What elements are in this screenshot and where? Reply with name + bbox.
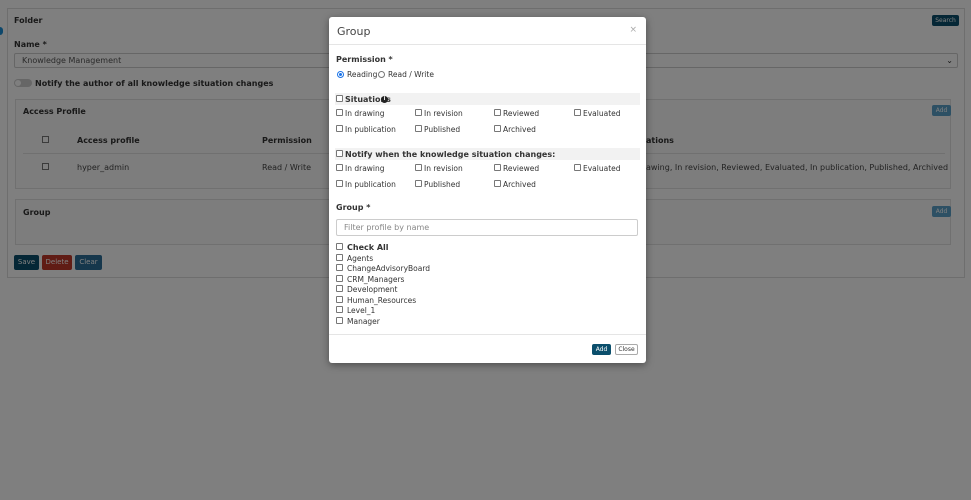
situation-in-publication-label: In publication — [345, 125, 396, 134]
situation-in-revision-checkbox[interactable] — [415, 109, 422, 116]
group-human-resources-checkbox[interactable] — [336, 296, 343, 303]
situation-archived-label: Archived — [503, 125, 536, 134]
group-changeadvisoryboard-label: ChangeAdvisoryBoard — [347, 264, 431, 273]
situation-published-checkbox[interactable] — [415, 125, 422, 132]
situation-reviewed-label: Reviewed — [503, 109, 540, 118]
group-changeadvisoryboard-checkbox[interactable] — [336, 264, 343, 271]
situations-all-checkbox[interactable] — [336, 95, 343, 102]
group-manager-checkbox[interactable] — [336, 317, 343, 324]
group-development-checkbox[interactable] — [336, 285, 343, 292]
situation-in-publication-checkbox[interactable] — [336, 125, 343, 132]
notify-reviewed-checkbox[interactable] — [494, 164, 501, 171]
notify-published-label: Published — [424, 180, 461, 189]
notify-in-drawing-label: In drawing — [345, 164, 385, 173]
notify-reviewed-label: Reviewed — [503, 164, 540, 173]
group-label: Group * — [336, 203, 371, 212]
permission-label: Permission * — [336, 55, 393, 64]
permission-readwrite-label: Read / Write — [388, 70, 434, 79]
situation-in-revision-label: In revision — [424, 109, 463, 118]
situation-reviewed-checkbox[interactable] — [494, 109, 501, 116]
notify-all-checkbox[interactable] — [336, 150, 343, 157]
permission-readwrite-radio[interactable] — [378, 71, 385, 78]
filter-profile-input[interactable]: Filter profile by name — [336, 219, 638, 236]
group-agents-checkbox[interactable] — [336, 254, 343, 261]
permission-reading-radio[interactable] — [337, 71, 344, 78]
group-human-resources-label: Human_Resources — [347, 296, 417, 305]
situation-in-drawing-checkbox[interactable] — [336, 109, 343, 116]
group-agents-label: Agents — [347, 254, 374, 263]
situation-archived-checkbox[interactable] — [494, 125, 501, 132]
notify-evaluated-label: Evaluated — [583, 164, 621, 173]
group-level-1-checkbox[interactable] — [336, 306, 343, 313]
group-crm-managers-checkbox[interactable] — [336, 275, 343, 282]
notify-archived-label: Archived — [503, 180, 536, 189]
notify-in-drawing-checkbox[interactable] — [336, 164, 343, 171]
modal-title: Group — [337, 25, 371, 38]
check-all-checkbox[interactable] — [336, 243, 343, 250]
situation-evaluated-checkbox[interactable] — [574, 109, 581, 116]
notify-archived-checkbox[interactable] — [494, 180, 501, 187]
info-icon: i — [381, 96, 388, 103]
notify-label: Notify when the knowledge situation chan… — [345, 150, 556, 159]
group-manager-label: Manager — [347, 317, 380, 326]
notify-in-publication-label: In publication — [345, 180, 396, 189]
notify-in-publication-checkbox[interactable] — [336, 180, 343, 187]
situation-evaluated-label: Evaluated — [583, 109, 621, 118]
modal-footer-divider — [329, 334, 646, 335]
notify-in-revision-checkbox[interactable] — [415, 164, 422, 171]
modal-close-button[interactable]: Close — [615, 344, 638, 355]
check-all-label: Check All — [347, 243, 389, 252]
notify-published-checkbox[interactable] — [415, 180, 422, 187]
notify-in-revision-label: In revision — [424, 164, 463, 173]
modal-add-button[interactable]: Add — [592, 344, 611, 355]
group-crm-managers-label: CRM_Managers — [347, 275, 405, 284]
close-icon[interactable]: × — [629, 25, 637, 35]
situation-published-label: Published — [424, 125, 461, 134]
group-modal: Group × Permission * Reading Read / Writ… — [329, 17, 646, 363]
situation-in-drawing-label: In drawing — [345, 109, 385, 118]
permission-reading-label: Reading — [347, 70, 378, 79]
group-level-1-label: Level_1 — [347, 306, 376, 315]
group-development-label: Development — [347, 285, 398, 294]
notify-evaluated-checkbox[interactable] — [574, 164, 581, 171]
modal-header: Group × — [329, 17, 646, 45]
